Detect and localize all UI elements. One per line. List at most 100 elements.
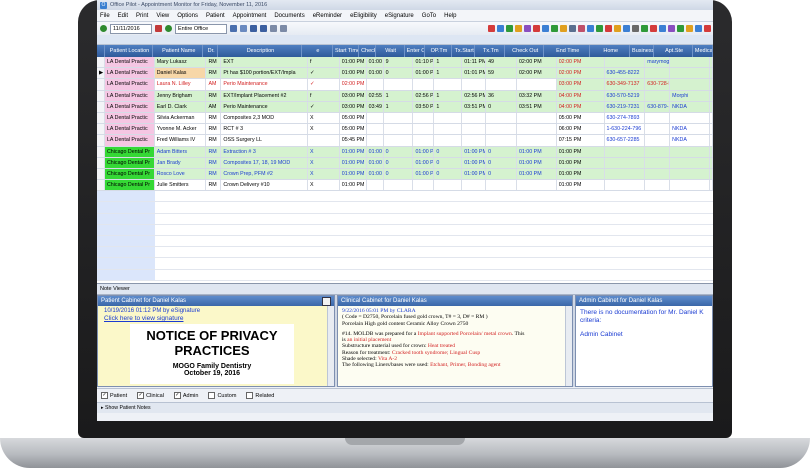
toolbar-button-icon[interactable] (632, 25, 639, 32)
menu-item-help[interactable]: Help (444, 13, 456, 19)
menu-item-view[interactable]: View (156, 13, 169, 19)
table-row[interactable]: LA Dental Practic Fred Williams IV RM OSS S… (97, 135, 713, 147)
toolbar-button-icon[interactable] (704, 25, 711, 32)
menu-item-appointment[interactable]: Appointment (233, 13, 267, 19)
patient-cabinet-scrollbar[interactable] (327, 306, 334, 386)
show-patient-notes[interactable]: Show Patient Notes (105, 405, 151, 411)
toolbar-button-icon[interactable] (560, 25, 567, 32)
column-header[interactable]: Business (630, 45, 655, 57)
column-header[interactable]: Apt.Ste (654, 45, 693, 57)
menu-item-eeligibility[interactable]: eEligibility (350, 13, 377, 19)
clinical-cabinet-scrollbar[interactable] (565, 306, 572, 386)
toolbar-button-icon[interactable] (623, 25, 630, 32)
column-header[interactable]: Start Time (333, 45, 360, 57)
menu-item-options[interactable]: Options (177, 13, 198, 19)
column-header[interactable]: Patient Name (153, 45, 204, 57)
column-header[interactable]: Medica (693, 45, 713, 57)
menu-item-file[interactable]: File (100, 13, 110, 19)
toolbar-button-icon[interactable] (524, 25, 531, 32)
forward-icon[interactable] (165, 25, 172, 32)
column-header[interactable]: OP.Tm (425, 45, 453, 57)
list-icon[interactable] (270, 25, 277, 32)
toolbar-button-icon[interactable] (551, 25, 558, 32)
toolbar-button-icon[interactable] (605, 25, 612, 32)
column-header[interactable]: Dr. (203, 45, 218, 57)
row-indicator[interactable] (97, 168, 105, 180)
column-header[interactable]: Tx.Start (452, 45, 476, 57)
calendar-icon[interactable] (155, 25, 162, 32)
toolbar-button-icon[interactable] (614, 25, 621, 32)
view-signature-link[interactable]: Click here to view signature (98, 314, 334, 323)
row-indicator[interactable]: ▶ (97, 68, 105, 79)
toolbar-button-icon[interactable] (542, 25, 549, 32)
column-header[interactable]: Wait (376, 45, 405, 57)
text-icon[interactable] (260, 25, 267, 32)
toolbar-button-icon[interactable] (659, 25, 666, 32)
grid-icon[interactable] (280, 25, 287, 32)
toolbar-button-icon[interactable] (587, 25, 594, 32)
menu-item-documents[interactable]: Documents (274, 13, 304, 19)
row-indicator[interactable] (97, 124, 105, 135)
table-row[interactable]: ▶ LA Dental Practic Daniel Kalas RM Pt has $… (97, 68, 713, 80)
back-icon[interactable] (100, 25, 107, 32)
column-header[interactable]: Home (590, 45, 631, 57)
menu-item-patient[interactable]: Patient (206, 13, 225, 19)
menu-item-print[interactable]: Print (136, 13, 148, 19)
row-indicator[interactable] (97, 101, 105, 112)
font-icon[interactable] (250, 25, 257, 32)
table-row[interactable]: LA Dental Practic Jenny Brigham RM EXT/Impl… (97, 90, 713, 102)
column-header[interactable]: End Time (544, 45, 591, 57)
table-row[interactable]: LA Dental Practic Laura N. Lilley AM Perio … (97, 79, 713, 91)
patient-checkbox[interactable]: ✓ Patient (101, 392, 127, 399)
toolbar-button-icon[interactable] (686, 25, 693, 32)
admin-cabinet-link[interactable]: Admin Cabinet (580, 331, 708, 339)
column-header[interactable]: Check Out (505, 45, 544, 57)
toolbar-button-icon[interactable] (515, 25, 522, 32)
row-indicator[interactable] (97, 90, 105, 101)
toolbar-button-icon[interactable] (569, 25, 576, 32)
table-row[interactable]: LA Dental Practic Silvia Ackerman RM Compos… (97, 112, 713, 125)
table-row[interactable]: Chicago Dental Pr Adam Bitters RM Extractio… (97, 146, 713, 158)
row-indicator[interactable] (97, 180, 105, 191)
row-indicator[interactable] (97, 146, 105, 157)
clinical-checkbox[interactable]: ✓ Clinical (137, 392, 164, 399)
toolbar-button-icon[interactable] (677, 25, 684, 32)
toolbar-button-icon[interactable] (650, 25, 657, 32)
column-header[interactable]: Check In (359, 45, 376, 57)
menu-item-goto[interactable]: GoTo (422, 13, 436, 19)
column-header[interactable]: Description (218, 45, 302, 57)
toolbar-button-icon[interactable] (533, 25, 540, 32)
row-indicator[interactable] (97, 57, 105, 68)
edit-icon[interactable] (322, 297, 331, 306)
table-row[interactable]: LA Dental Practic Yvonne M. Acker RM RCT # … (97, 124, 713, 136)
row-indicator[interactable] (97, 112, 105, 124)
toolbar-button-icon[interactable] (596, 25, 603, 32)
toolbar-button-icon[interactable] (497, 25, 504, 32)
table-row[interactable]: LA Dental Practic Earl D. Clark AM Perio Ma… (97, 101, 713, 113)
row-indicator[interactable] (97, 79, 105, 90)
sort-icon[interactable] (240, 25, 247, 32)
toolbar-button-icon[interactable] (668, 25, 675, 32)
column-header[interactable] (97, 45, 105, 57)
custom-checkbox[interactable]: Custom (208, 392, 236, 399)
table-row[interactable]: LA Dental Practic Mary Lukasz RM EXT f 01:00 … (97, 57, 713, 69)
column-header[interactable]: Enter Op. (405, 45, 425, 57)
toolbar-button-icon[interactable] (578, 25, 585, 32)
document-preview[interactable]: NOTICE OF PRIVACY PRACTICES MOGO Family … (130, 324, 294, 384)
table-row[interactable]: Chicago Dental Pr Jan Brady RM Composites 1… (97, 157, 713, 169)
related-checkbox[interactable]: Related (246, 392, 274, 399)
table-row[interactable]: Chicago Dental Pr Rosco Love RM Crown Prep,… (97, 168, 713, 181)
filter-icon[interactable] (230, 25, 237, 32)
menu-item-ereminder[interactable]: eReminder (313, 13, 342, 19)
date-field[interactable]: 11/11/2016 (110, 23, 152, 34)
column-header[interactable]: Tx.Tm (475, 45, 506, 57)
admin-checkbox[interactable]: ✓ Admin (173, 392, 198, 399)
toolbar-button-icon[interactable] (506, 25, 513, 32)
office-select[interactable]: Entire Office (175, 23, 227, 34)
column-header[interactable]: e (302, 45, 333, 57)
row-indicator[interactable] (97, 135, 105, 146)
menu-item-edit[interactable]: Edit (118, 13, 128, 19)
toolbar-button-icon[interactable] (641, 25, 648, 32)
table-row[interactable]: Chicago Dental Pr Julie Smitters RM Crown D… (97, 180, 713, 192)
grid-filter-row[interactable] (97, 35, 713, 45)
